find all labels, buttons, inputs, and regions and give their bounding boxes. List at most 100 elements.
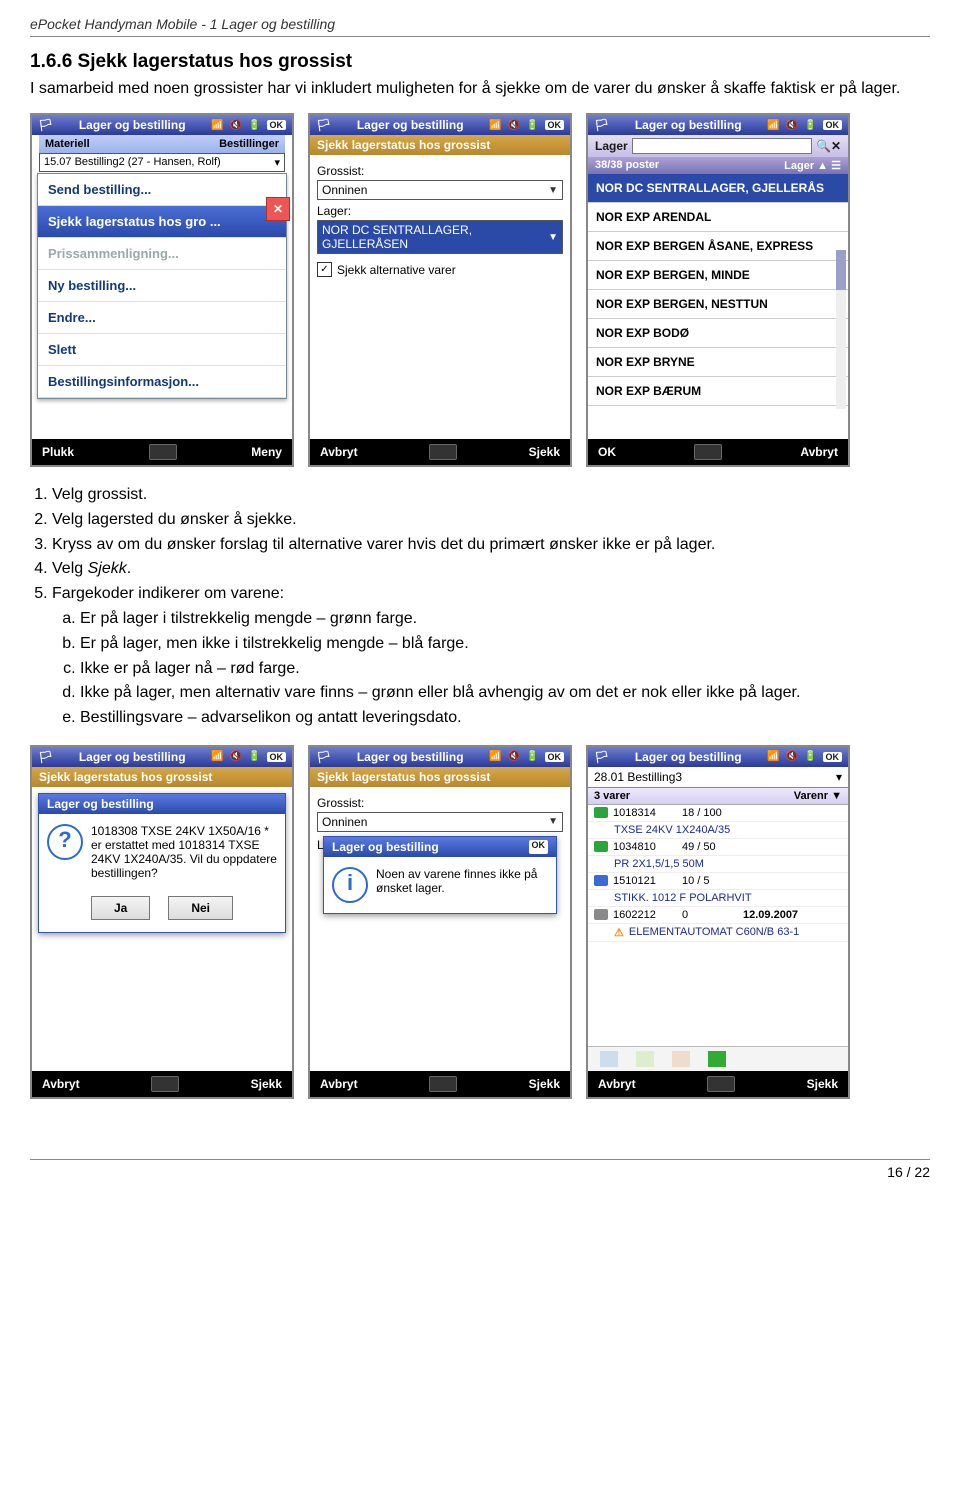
- sjekk-button[interactable]: Sjekk: [529, 445, 560, 459]
- order-item-row[interactable]: 151012110 / 5: [588, 873, 848, 890]
- keyboard-icon[interactable]: [429, 1076, 457, 1092]
- grossist-combo[interactable]: Onninen ▼: [317, 180, 563, 200]
- order-dropdown[interactable]: 15.07 Bestilling2 (27 - Hansen, Rolf)▾: [39, 153, 285, 172]
- sjekk-button[interactable]: Sjekk: [529, 1077, 560, 1091]
- menu-sjekk-lagerstatus[interactable]: Sjekk lagerstatus hos gro ...: [38, 206, 286, 238]
- menu-send-bestilling[interactable]: Send bestilling...: [38, 174, 286, 206]
- checkbox-icon[interactable]: ✓: [317, 262, 332, 277]
- app-title: Lager og bestilling: [635, 118, 742, 132]
- lager-list-row[interactable]: NOR EXP BÆRUM: [588, 377, 848, 406]
- avbryt-button[interactable]: Avbryt: [42, 1077, 80, 1091]
- close-icon[interactable]: ✕: [831, 139, 841, 153]
- lager-list-row[interactable]: NOR DC SENTRALLAGER, GJELLERÅS: [588, 174, 848, 203]
- ok-badge[interactable]: OK: [267, 120, 287, 130]
- order-item-row[interactable]: 1602212012.09.2007: [588, 907, 848, 924]
- alt-varer-checkbox-row[interactable]: ✓ Sjekk alternative varer: [317, 262, 563, 277]
- keyboard-icon[interactable]: [694, 444, 722, 460]
- tab-bestillinger[interactable]: Bestillinger: [98, 138, 279, 150]
- window-titlebar: 🏳 Lager og bestilling 📶 🔇 🔋 OK: [588, 115, 848, 135]
- tool-icon-3[interactable]: [672, 1051, 690, 1067]
- ja-button[interactable]: Ja: [91, 896, 150, 920]
- lager-label: Lager:: [317, 204, 563, 218]
- ok-badge[interactable]: OK: [545, 120, 565, 130]
- ok-button[interactable]: OK: [598, 445, 616, 459]
- dialog-ok-button[interactable]: OK: [529, 840, 549, 854]
- footer-bar: Avbryt Sjekk: [32, 1071, 292, 1097]
- battery-icon: 🔋: [526, 120, 538, 131]
- warning-icon: ⚠: [614, 926, 624, 939]
- avbryt-button[interactable]: Avbryt: [320, 1077, 358, 1091]
- lager-search-input[interactable]: [632, 138, 812, 154]
- lager-list-row[interactable]: NOR EXP BERGEN, NESTTUN: [588, 290, 848, 319]
- order-subheader: 3 varer Varenr ▼: [588, 788, 848, 805]
- toolbar-icons: [588, 1046, 848, 1071]
- keyboard-icon[interactable]: [149, 444, 177, 460]
- keyboard-icon[interactable]: [151, 1076, 179, 1092]
- truck-icon[interactable]: [708, 1051, 726, 1067]
- avbryt-button[interactable]: Avbryt: [598, 1077, 636, 1091]
- plukk-button[interactable]: Plukk: [42, 445, 74, 459]
- question-icon: ?: [47, 824, 83, 860]
- screen-subtitle: Sjekk lagerstatus hos grossist: [310, 135, 570, 155]
- sort-indicator[interactable]: Varenr ▼: [794, 790, 842, 802]
- menu-endre[interactable]: Endre...: [38, 302, 286, 334]
- search-icon[interactable]: 🔍: [816, 139, 831, 153]
- order-header[interactable]: 28.01 Bestilling3 ▾: [588, 767, 848, 788]
- header-rule: [30, 36, 930, 37]
- item-date: 12.09.2007: [743, 909, 798, 921]
- tool-icon-2[interactable]: [636, 1051, 654, 1067]
- ok-badge[interactable]: OK: [545, 752, 565, 762]
- flag-icon: 🏳: [38, 750, 53, 764]
- close-icon[interactable]: ✕: [266, 197, 290, 221]
- dialog-text: 1018308 TXSE 24KV 1X50A/16 * er erstatte…: [91, 824, 277, 880]
- volume-icon: 🔇: [230, 120, 242, 131]
- scrollbar[interactable]: [836, 250, 846, 409]
- item-code: 1602212: [613, 909, 677, 921]
- screenshot-2: 🏳 Lager og bestilling 📶 🔇 🔋 OK Sjekk lag…: [308, 113, 572, 467]
- truck-icon: [594, 807, 608, 818]
- item-code: 1510121: [613, 875, 677, 887]
- order-item-row[interactable]: 103481049 / 50: [588, 839, 848, 856]
- lager-list-row[interactable]: NOR EXP ARENDAL: [588, 203, 848, 232]
- lager-list-row[interactable]: NOR EXP BERGEN ÅSANE, EXPRESS: [588, 232, 848, 261]
- menu-bestillingsinfo[interactable]: Bestillingsinformasjon...: [38, 366, 286, 398]
- flag-icon: 🏳: [316, 750, 331, 764]
- keyboard-icon[interactable]: [707, 1076, 735, 1092]
- sjekk-button[interactable]: Sjekk: [251, 1077, 282, 1091]
- battery-icon: 🔋: [804, 751, 816, 762]
- truck-icon: [594, 841, 608, 852]
- page-footer: 16 / 22: [30, 1159, 930, 1184]
- battery-icon: 🔋: [248, 751, 260, 762]
- footer-bar: Avbryt Sjekk: [310, 1071, 570, 1097]
- tool-icon-1[interactable]: [600, 1051, 618, 1067]
- sjekk-button[interactable]: Sjekk: [807, 1077, 838, 1091]
- lager-list-row[interactable]: NOR EXP BODØ: [588, 319, 848, 348]
- step-5d: Ikke på lager, men alternativ vare finns…: [80, 683, 930, 704]
- list-view-icon[interactable]: ☰: [831, 160, 841, 172]
- tab-materiell[interactable]: Materiell: [45, 138, 90, 150]
- meny-button[interactable]: Meny: [251, 445, 282, 459]
- nei-button[interactable]: Nei: [168, 896, 233, 920]
- window-titlebar: 🏳 Lager og bestilling 📶 🔇 🔋 OK: [32, 115, 292, 135]
- screenshot-1: 🏳 Lager og bestilling 📶 🔇 🔋 OK Materiell…: [30, 113, 294, 467]
- ok-badge[interactable]: OK: [823, 752, 843, 762]
- ok-badge[interactable]: OK: [267, 752, 287, 762]
- app-title: Lager og bestilling: [79, 118, 186, 132]
- volume-icon: 🔇: [508, 120, 520, 131]
- info-icon: i: [332, 867, 368, 903]
- order-item-row[interactable]: 101831418 / 100: [588, 805, 848, 822]
- menu-slett[interactable]: Slett: [38, 334, 286, 366]
- avbryt-button[interactable]: Avbryt: [320, 445, 358, 459]
- grossist-combo[interactable]: Onninen ▼: [317, 812, 563, 832]
- menu-ny-bestilling[interactable]: Ny bestilling...: [38, 270, 286, 302]
- avbryt-button[interactable]: Avbryt: [800, 445, 838, 459]
- lager-combo[interactable]: NOR DC SENTRALLAGER, GJELLERÅSEN ▼: [317, 220, 563, 254]
- keyboard-icon[interactable]: [429, 444, 457, 460]
- sort-indicator[interactable]: Lager ▲: [784, 160, 828, 172]
- ok-badge[interactable]: OK: [823, 120, 843, 130]
- context-menu: Send bestilling... Sjekk lagerstatus hos…: [37, 173, 287, 399]
- lager-list-row[interactable]: NOR EXP BERGEN, MINDE: [588, 261, 848, 290]
- step-5b: Er på lager, men ikke i tilstrekkelig me…: [80, 634, 930, 655]
- intro-paragraph: I samarbeid med noen grossister har vi i…: [30, 79, 930, 99]
- lager-list-row[interactable]: NOR EXP BRYNE: [588, 348, 848, 377]
